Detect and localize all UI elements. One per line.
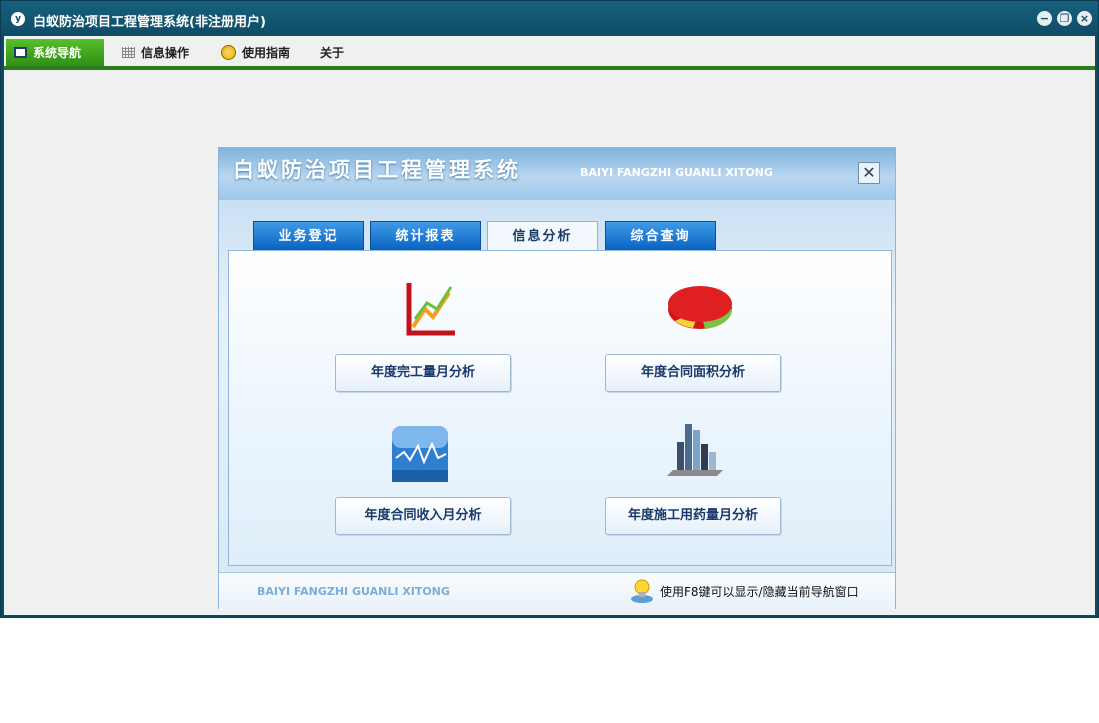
menu-label: 信息操作 bbox=[141, 46, 190, 60]
close-icon[interactable]: × bbox=[1077, 11, 1092, 26]
pie-chart-icon bbox=[668, 286, 733, 329]
monitor-icon bbox=[14, 47, 27, 58]
lightbulb-icon bbox=[631, 579, 653, 603]
restore-icon[interactable]: ❐ bbox=[1057, 11, 1072, 26]
line-chart-icon bbox=[406, 283, 455, 336]
annual-pesticide-usage-analysis-button[interactable]: 年度施工用药量月分析 bbox=[605, 497, 781, 535]
tab-general-query[interactable]: 综合查询 bbox=[605, 221, 716, 251]
annual-contract-area-analysis-button[interactable]: 年度合同面积分析 bbox=[605, 354, 781, 392]
tab-content: 年度完工量月分析 年度合同面积分析 年度合同收入月分析 年度施工用药量月分析 bbox=[228, 250, 892, 566]
annual-contract-income-analysis-button[interactable]: 年度合同收入月分析 bbox=[335, 497, 511, 535]
wave-chart-icon bbox=[392, 426, 448, 482]
menu-item-guide[interactable]: 使用指南 bbox=[213, 39, 298, 66]
help-icon bbox=[221, 45, 236, 60]
footer-subtitle: BAIYI FANGZHI GUANLI XITONG bbox=[257, 585, 450, 598]
panel-title: 白蚁防治项目工程管理系统 bbox=[233, 158, 521, 182]
panel-footer: BAIYI FANGZHI GUANLI XITONG 使用F8键可以显示/隐藏… bbox=[219, 572, 895, 609]
menu-item-about[interactable]: 关于 bbox=[312, 39, 352, 66]
tab-info-analysis[interactable]: 信息分析 bbox=[487, 221, 598, 252]
menu-label: 关于 bbox=[320, 46, 345, 60]
app-logo-icon: y bbox=[11, 12, 25, 26]
title-bar: y 白蚁防治项目工程管理系统(非注册用户) − ❐ × bbox=[1, 1, 1098, 36]
panel-close-button[interactable]: ✕ bbox=[858, 162, 880, 184]
annual-completion-analysis-button[interactable]: 年度完工量月分析 bbox=[335, 354, 511, 392]
panel-subtitle: BAIYI FANGZHI GUANLI XITONG bbox=[580, 166, 773, 179]
minimize-icon[interactable]: − bbox=[1037, 11, 1052, 26]
panel-header: 白蚁防治项目工程管理系统 BAIYI FANGZHI GUANLI XITONG… bbox=[219, 148, 895, 200]
window-title: 白蚁防治项目工程管理系统(非注册用户) bbox=[33, 15, 266, 30]
menu-item-system-nav[interactable]: 系统导航 bbox=[6, 39, 104, 66]
tab-statistics-report[interactable]: 统计报表 bbox=[370, 221, 481, 251]
bar-chart-icon bbox=[667, 424, 723, 476]
menu-bar: 系统导航 信息操作 使用指南 关于 bbox=[4, 36, 1095, 70]
tab-business-register[interactable]: 业务登记 bbox=[253, 221, 364, 251]
grid-icon bbox=[122, 47, 135, 58]
menu-label: 使用指南 bbox=[242, 46, 291, 60]
menu-label: 系统导航 bbox=[33, 46, 82, 60]
navigation-panel: 白蚁防治项目工程管理系统 BAIYI FANGZHI GUANLI XITONG… bbox=[218, 147, 896, 609]
f8-tip-text: 使用F8键可以显示/隐藏当前导航窗口 bbox=[660, 585, 859, 599]
menu-item-info-ops[interactable]: 信息操作 bbox=[114, 39, 197, 66]
